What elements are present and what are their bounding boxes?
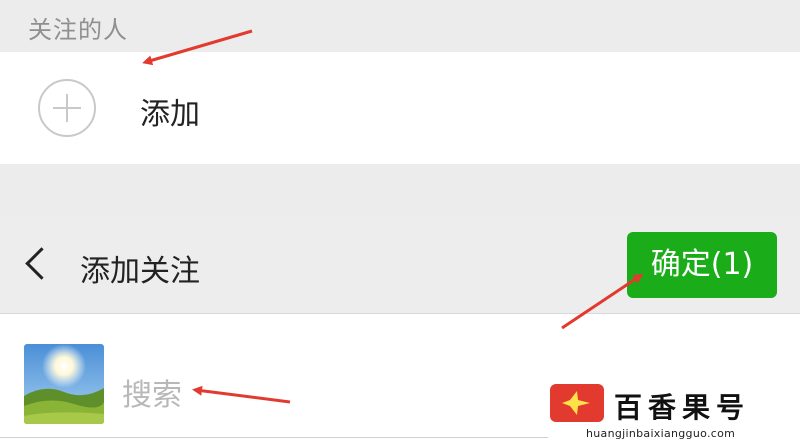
add-follow-topbar: 添加关注 确定(1) bbox=[0, 216, 800, 314]
section-divider bbox=[0, 164, 800, 216]
watermark-url: huangjinbaixiangguo.com bbox=[586, 427, 736, 440]
page-title: 添加关注 bbox=[80, 254, 200, 289]
follow-list-header: 关注的人 bbox=[0, 0, 800, 52]
add-follow-row[interactable]: 添加 bbox=[0, 52, 800, 164]
search-input[interactable]: 搜索 bbox=[122, 370, 182, 414]
section-title: 关注的人 bbox=[28, 16, 128, 44]
add-label[interactable]: 添加 bbox=[140, 89, 200, 133]
watermark: 百香果号 huangjinbaixiangguo.com bbox=[548, 382, 800, 445]
avatar-image[interactable] bbox=[24, 344, 104, 424]
watermark-brand: 百香果号 bbox=[614, 391, 751, 424]
back-chevron-icon[interactable] bbox=[25, 247, 58, 280]
confirm-button[interactable]: 确定(1) bbox=[627, 232, 777, 298]
landscape-avatar-icon bbox=[24, 344, 104, 424]
logo-icon bbox=[550, 384, 604, 422]
plus-circle-icon[interactable] bbox=[38, 79, 96, 137]
